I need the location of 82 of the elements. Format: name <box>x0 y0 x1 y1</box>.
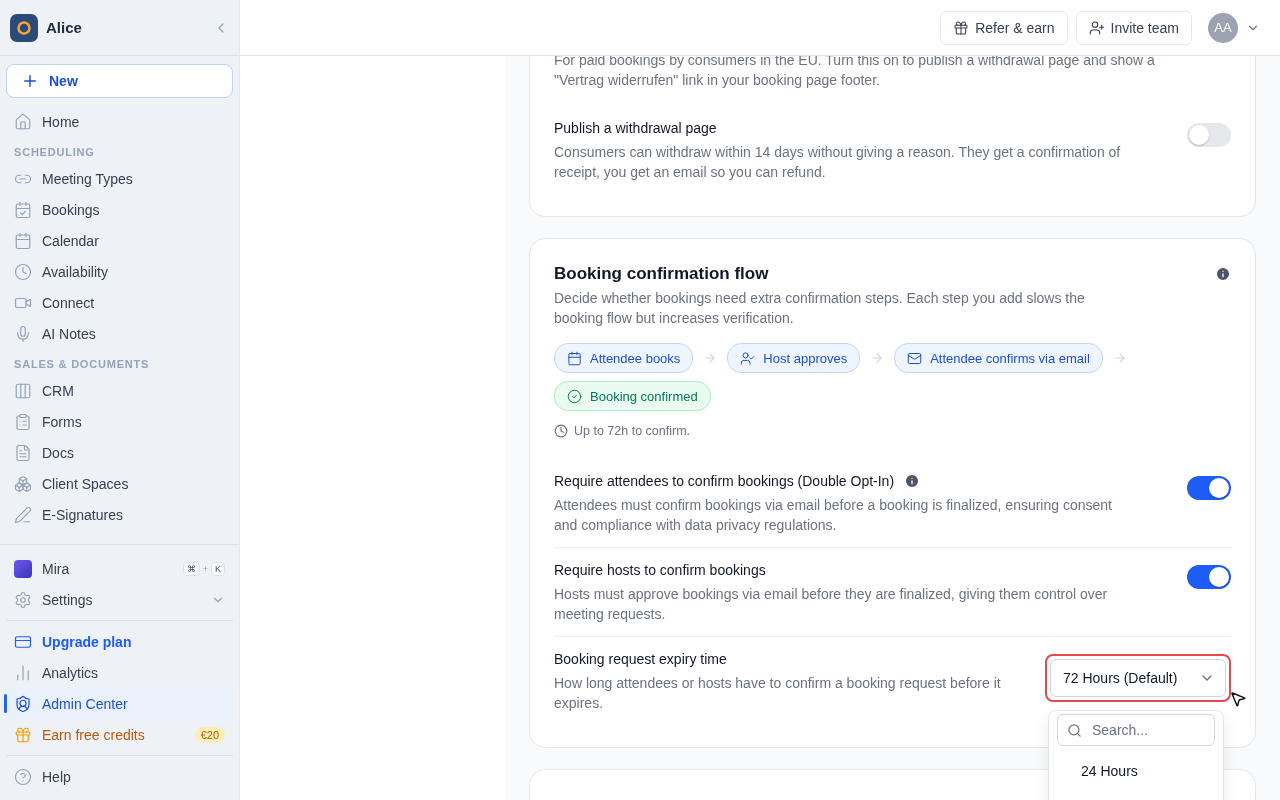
setting-description: Attendees must confirm bookings via email before a booking is finalized, ensuring consent and compliance with data privacy regulations. <box>554 496 1113 535</box>
flow-step: Host approves <box>727 343 861 373</box>
calendar-icon <box>567 350 582 366</box>
calendar-icon <box>14 231 32 250</box>
boxes-icon <box>14 474 32 493</box>
gift-icon <box>14 725 32 744</box>
search-field[interactable]: Search... <box>1057 714 1215 746</box>
clipboard-icon <box>14 412 32 431</box>
nav-item[interactable]: Upgrade plan <box>6 626 233 657</box>
toggle-switch[interactable] <box>1187 565 1231 589</box>
header-button[interactable]: Refer & earn <box>940 10 1068 45</box>
help-icon <box>14 767 32 786</box>
section-heading: SALES & DOCUMENTS <box>13 357 151 372</box>
nav-item[interactable]: Docs <box>6 437 233 468</box>
nav-item[interactable]: Connect <box>6 287 233 318</box>
setting-title: Require attendees to confirm bookings (Double Opt-In) <box>554 472 895 491</box>
document-icon <box>14 443 32 462</box>
nav-item[interactable]: Mira ⌘ + K <box>6 553 233 584</box>
microphone-icon <box>14 324 32 343</box>
toggle-switch[interactable] <box>1187 476 1231 500</box>
info-icon[interactable] <box>904 473 921 489</box>
setting-title: Publish a withdrawal page <box>554 119 717 138</box>
setting-title: Require hosts to confirm bookings <box>554 561 766 580</box>
settings-icon <box>14 590 32 609</box>
arrow-icon <box>870 351 885 365</box>
header-button[interactable]: Invite team <box>1075 10 1192 45</box>
nav-item[interactable]: Home <box>6 106 233 137</box>
logo-icon <box>10 13 38 42</box>
credit-badge: €20 <box>194 726 225 743</box>
user-plus-icon <box>1088 19 1105 36</box>
key-cap: ⌘ <box>182 561 200 576</box>
flow-step: Booking confirmed <box>554 381 711 411</box>
columns-icon <box>14 381 32 400</box>
flow-step: Attendee books <box>554 343 694 373</box>
flow-step: Attendee confirms via email <box>894 343 1103 373</box>
shortcut-plus: + <box>202 563 208 574</box>
bar-chart-icon <box>14 663 32 682</box>
arrow-icon <box>703 351 718 365</box>
nav-item[interactable]: Analytics <box>6 657 233 688</box>
key-cap: K <box>211 561 225 576</box>
plus-icon <box>21 72 39 90</box>
dropdown-option[interactable]: 24 Hours <box>1057 755 1215 787</box>
gift-icon <box>953 19 970 36</box>
nav-item[interactable]: Calendar <box>6 225 233 256</box>
nav-item[interactable]: Help <box>6 761 233 792</box>
nav-item[interactable]: Settings <box>6 584 233 615</box>
nav-item[interactable]: AI Notes <box>6 318 233 349</box>
workspace-name: Alice <box>46 19 82 36</box>
info-icon[interactable] <box>1215 266 1231 282</box>
card-title: Booking confirmation flow <box>554 263 769 285</box>
nav-item[interactable]: Bookings <box>6 194 233 225</box>
nav-item[interactable]: Meeting Types <box>6 163 233 194</box>
assistant-icon <box>14 559 32 578</box>
nav-item[interactable]: Forms <box>6 406 233 437</box>
mail-icon <box>907 350 923 366</box>
new-button[interactable]: New <box>6 64 233 98</box>
nav-item[interactable]: Earn free credits €20 <box>6 719 233 750</box>
cursor-icon <box>1229 690 1247 708</box>
nav-item[interactable]: E-Signatures <box>6 499 233 530</box>
setting-title: Booking request expiry time <box>554 650 727 669</box>
toggle-switch[interactable] <box>1187 123 1231 147</box>
clock-icon <box>14 262 32 281</box>
setting-description: Consumers can withdraw within 14 days without giving a reason. They get a confirmation of receipt, you get an email so you can refund. <box>554 143 1122 182</box>
setting-description: How long attendees or hosts have to confirm a booking request before it expires. <box>554 674 1002 713</box>
setting-description: Hosts must approve bookings via email before they are finalized, giving them control over meeting requests. <box>554 585 1109 624</box>
section-heading: SCHEDULING <box>13 145 96 160</box>
nav-item[interactable]: Client Spaces <box>6 468 233 499</box>
note-text: Up to 72h to confirm. <box>574 423 691 439</box>
search-icon <box>1067 723 1082 738</box>
expiry-select[interactable]: 72 Hours (Default) <box>1050 659 1226 697</box>
pen-icon <box>14 505 32 524</box>
shield-user-icon <box>14 694 32 713</box>
nav-item[interactable]: CRM <box>6 375 233 406</box>
clock-icon <box>554 424 568 438</box>
nav-item[interactable]: Admin Center <box>6 688 233 719</box>
card-description: Decide whether bookings need extra confirmation steps. Each step you add slows the booking flow but increases verification. <box>554 289 1086 328</box>
arrow-icon <box>1112 351 1127 365</box>
nav-item[interactable]: Availability <box>6 256 233 287</box>
user-check-icon <box>740 350 756 366</box>
home-icon <box>14 112 32 131</box>
check-circle-icon <box>567 388 582 404</box>
calendar-check-icon <box>14 200 32 219</box>
